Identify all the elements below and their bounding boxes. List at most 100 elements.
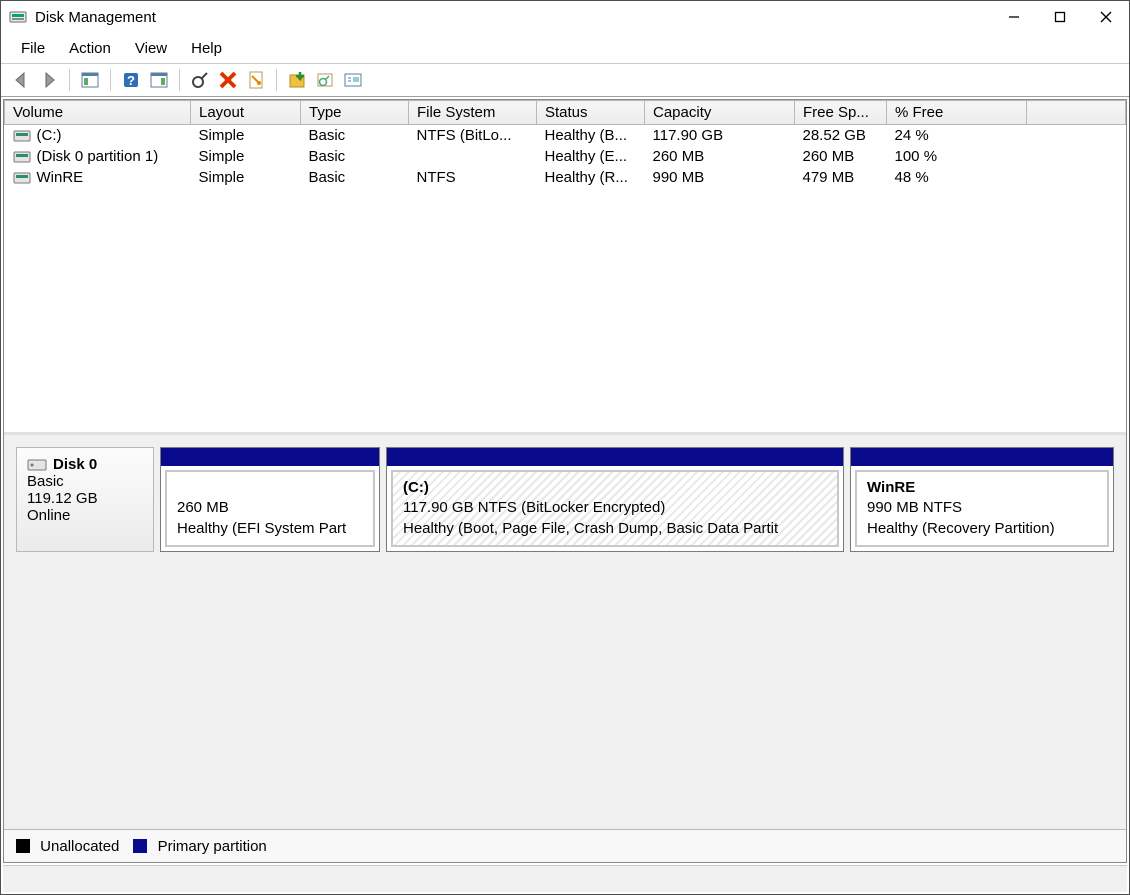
new-volume-button[interactable]: [285, 68, 309, 92]
disk-type: Basic: [27, 473, 143, 490]
volume-cell: Basic: [301, 167, 409, 188]
svg-text:?: ?: [127, 73, 135, 88]
window-title: Disk Management: [35, 9, 156, 26]
partition-size: 260 MB: [177, 498, 363, 518]
legend: Unallocated Primary partition: [4, 829, 1126, 862]
toolbar-separator: [179, 69, 180, 91]
menu-view[interactable]: View: [123, 38, 179, 59]
volume-cell: 479 MB: [795, 167, 887, 188]
column-header[interactable]: Volume: [5, 101, 191, 125]
window-controls: [991, 1, 1129, 33]
partition-size: 117.90 GB NTFS (BitLocker Encrypted): [403, 498, 827, 518]
volume-cell: Basic: [301, 146, 409, 167]
legend-primary-label: Primary partition: [158, 838, 267, 855]
partition-title: (C:): [403, 478, 827, 498]
volume-list-pane: VolumeLayoutTypeFile SystemStatusCapacit…: [4, 100, 1126, 435]
disk-header[interactable]: Disk 0 Basic 119.12 GB Online: [16, 447, 154, 552]
volume-cell: 260 MB: [645, 146, 795, 167]
partition-status: Healthy (Boot, Page File, Crash Dump, Ba…: [403, 519, 827, 539]
menu-file[interactable]: File: [9, 38, 57, 59]
volume-cell: NTFS (BitLo...: [409, 125, 537, 147]
partition[interactable]: 260 MBHealthy (EFI System Part: [160, 447, 380, 552]
volume-table[interactable]: VolumeLayoutTypeFile SystemStatusCapacit…: [4, 100, 1126, 188]
titlebar: Disk Management: [1, 1, 1129, 33]
volume-cell: Simple: [191, 167, 301, 188]
toolbar: ?: [1, 63, 1129, 97]
graphical-view-pane: Disk 0 Basic 119.12 GB Online 260 MBHeal…: [4, 435, 1126, 862]
partition-body: 260 MBHealthy (EFI System Part: [165, 470, 375, 547]
maximize-button[interactable]: [1037, 1, 1083, 33]
close-button[interactable]: [1083, 1, 1129, 33]
column-header[interactable]: Free Sp...: [795, 101, 887, 125]
partition-status: Healthy (Recovery Partition): [867, 519, 1097, 539]
partition[interactable]: (C:)117.90 GB NTFS (BitLocker Encrypted)…: [386, 447, 844, 552]
volume-row[interactable]: (C:)SimpleBasicNTFS (BitLo...Healthy (B.…: [5, 125, 1126, 147]
volume-cell: [409, 146, 537, 167]
column-header[interactable]: % Free: [887, 101, 1027, 125]
app-icon: [9, 8, 27, 26]
volume-cell: Simple: [191, 146, 301, 167]
toolbar-separator: [69, 69, 70, 91]
volume-cell: Healthy (R...: [537, 167, 645, 188]
column-header[interactable]: Capacity: [645, 101, 795, 125]
volume-icon: [13, 130, 31, 142]
legend-unallocated-label: Unallocated: [40, 838, 119, 855]
volume-row[interactable]: (Disk 0 partition 1) SimpleBasic Healthy (…: [5, 146, 1126, 167]
disk-state: Online: [27, 507, 143, 524]
menu-help[interactable]: Help: [179, 38, 234, 59]
help-button[interactable]: ?: [119, 68, 143, 92]
volume-row[interactable]: WinRESimpleBasicNTFSHealthy (R...990 MB4…: [5, 167, 1126, 188]
volume-cell: 24 %: [887, 125, 1027, 147]
disk-size: 119.12 GB: [27, 490, 143, 507]
refresh-button[interactable]: [188, 68, 212, 92]
partition-cap: [161, 448, 379, 466]
partition-body: WinRE990 MB NTFSHealthy (Recovery Partit…: [855, 470, 1109, 547]
disk-icon: [27, 457, 47, 473]
back-button[interactable]: [9, 68, 33, 92]
settings-button[interactable]: [341, 68, 365, 92]
legend-primary: Primary partition: [133, 838, 266, 855]
partition-cap: [387, 448, 843, 466]
column-header[interactable]: Type: [301, 101, 409, 125]
volume-cell: NTFS: [409, 167, 537, 188]
column-header[interactable]: Status: [537, 101, 645, 125]
column-header[interactable]: Layout: [191, 101, 301, 125]
forward-button[interactable]: [37, 68, 61, 92]
volume-icon: [13, 151, 31, 163]
legend-unallocated: Unallocated: [16, 838, 119, 855]
volume-cell: (C:): [5, 125, 191, 147]
column-header-spacer: [1027, 101, 1126, 125]
minimize-button[interactable]: [991, 1, 1037, 33]
disk-name: Disk 0: [53, 456, 97, 473]
partition-body: (C:)117.90 GB NTFS (BitLocker Encrypted)…: [391, 470, 839, 547]
volume-icon: [13, 172, 31, 184]
volume-cell: WinRE: [5, 167, 191, 188]
volume-cell: 28.52 GB: [795, 125, 887, 147]
partition-cap: [851, 448, 1113, 466]
volume-cell: Healthy (E...: [537, 146, 645, 167]
partition[interactable]: WinRE990 MB NTFSHealthy (Recovery Partit…: [850, 447, 1114, 552]
content-area: VolumeLayoutTypeFile SystemStatusCapacit…: [3, 99, 1127, 863]
volume-name: (Disk 0 partition 1): [37, 148, 159, 165]
menu-action[interactable]: Action: [57, 38, 123, 59]
properties-button[interactable]: [244, 68, 268, 92]
menubar: File Action View Help: [1, 33, 1129, 63]
partition-status: Healthy (EFI System Part: [177, 519, 363, 539]
disk-management-window: Disk Management File Action View Help ?: [0, 0, 1130, 895]
rescan-disks-button[interactable]: [313, 68, 337, 92]
show-hide-action-pane-button[interactable]: [147, 68, 171, 92]
volume-cell: 990 MB: [645, 167, 795, 188]
show-hide-console-tree-button[interactable]: [78, 68, 102, 92]
volume-cell: 117.90 GB: [645, 125, 795, 147]
delete-button[interactable]: [216, 68, 240, 92]
volume-cell: (Disk 0 partition 1): [5, 146, 191, 167]
volume-name: WinRE: [37, 169, 84, 186]
partition-container: 260 MBHealthy (EFI System Part(C:)117.90…: [160, 447, 1114, 552]
toolbar-separator: [276, 69, 277, 91]
primary-swatch: [133, 839, 147, 853]
column-header[interactable]: File System: [409, 101, 537, 125]
volume-cell: 48 %: [887, 167, 1027, 188]
partition-size: 990 MB NTFS: [867, 498, 1097, 518]
partition-title: WinRE: [867, 478, 1097, 498]
statusbar: [3, 865, 1127, 892]
